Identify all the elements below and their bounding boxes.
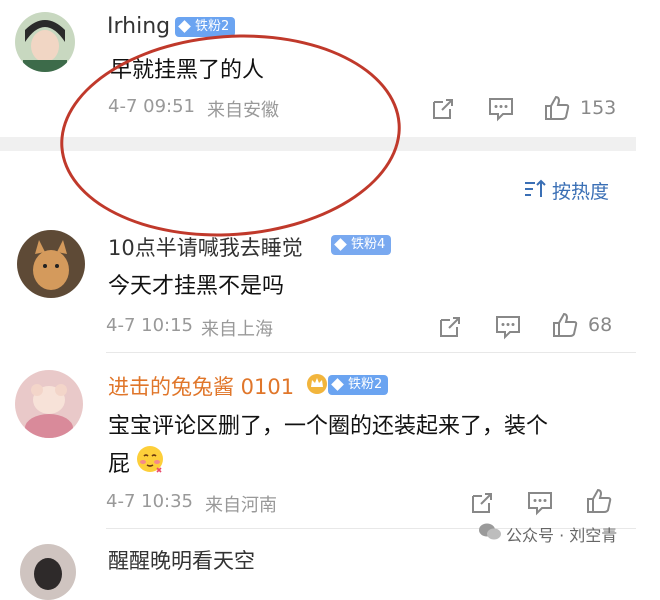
avatar[interactable]	[17, 230, 85, 298]
thumbs-up-icon[interactable]	[585, 487, 613, 515]
comment-location: 来自河南	[205, 495, 277, 516]
blush-emoji	[137, 446, 163, 473]
comment-icon[interactable]	[487, 96, 515, 122]
comment-time: 4-7 10:35	[106, 491, 193, 512]
comment-text-cont: 屁	[108, 452, 131, 477]
watermark: 公众号 · 刘空青	[506, 526, 618, 545]
like-count: 68	[588, 314, 613, 336]
comment-text: 今天才挂黑不是吗	[108, 274, 285, 299]
share-icon[interactable]	[469, 490, 495, 516]
username[interactable]: Irhing	[107, 14, 170, 39]
divider	[106, 352, 636, 353]
username[interactable]: 醒醒晚明看天空	[108, 545, 255, 575]
share-icon[interactable]	[437, 314, 463, 340]
vip-crown-icon	[307, 374, 327, 394]
avatar[interactable]	[15, 370, 83, 438]
comment-icon[interactable]	[526, 490, 554, 516]
sort-toggle[interactable]: 按热度	[552, 177, 609, 204]
username[interactable]: 进击的兔兔酱 0101	[108, 371, 294, 401]
avatar[interactable]	[20, 544, 76, 600]
thumbs-up-icon[interactable]	[543, 94, 571, 122]
username[interactable]: 10点半请喊我去睡觉	[108, 232, 303, 262]
fan-badge: 铁粉2	[328, 375, 389, 395]
avatar[interactable]	[15, 12, 75, 72]
fan-badge: 铁粉4	[331, 235, 392, 255]
wechat-icon	[479, 523, 501, 540]
share-icon[interactable]	[430, 96, 456, 122]
thumbs-up-icon[interactable]	[551, 311, 579, 339]
comment-time: 4-7 10:15	[106, 315, 193, 336]
comment-icon[interactable]	[494, 314, 522, 340]
like-count: 153	[580, 97, 617, 119]
annotation-circle	[53, 23, 408, 248]
comment-location: 来自上海	[201, 319, 273, 340]
comment-text: 宝宝评论区删了，一个圈的还装起来了，装个	[108, 414, 549, 439]
sort-icon[interactable]	[523, 178, 547, 200]
